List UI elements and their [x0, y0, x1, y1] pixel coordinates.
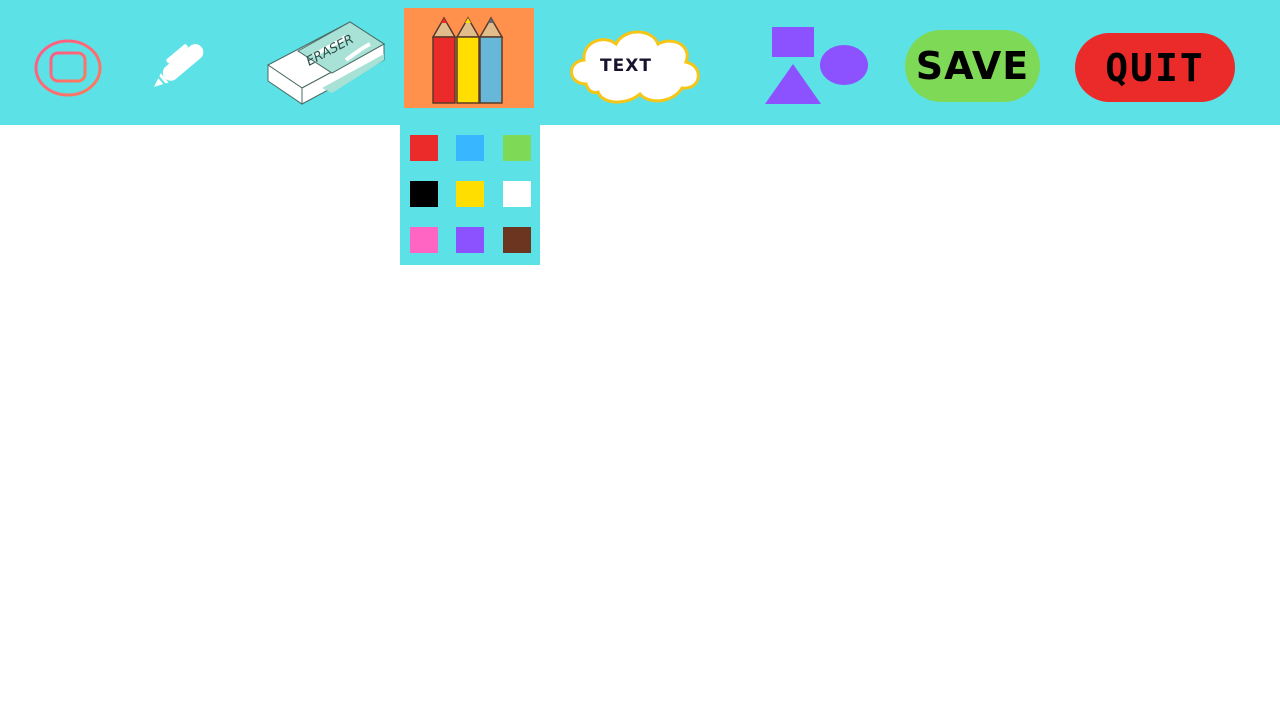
quit-button[interactable]: QUIT: [1075, 33, 1235, 102]
pen-tool-button[interactable]: [140, 32, 220, 98]
text-tool-button[interactable]: TEXT: [564, 24, 706, 108]
swatch-white[interactable]: [503, 181, 531, 207]
drawing-canvas[interactable]: [0, 125, 1280, 720]
eraser-icon: ERASER: [267, 21, 385, 105]
shapes-icon: [765, 27, 868, 104]
swatch-brown[interactable]: [503, 227, 531, 253]
swatch-blue[interactable]: [456, 135, 484, 161]
menu-button[interactable]: [30, 36, 106, 100]
save-button[interactable]: SAVE: [905, 30, 1040, 102]
color-pencils-button[interactable]: [404, 8, 534, 108]
swatch-purple[interactable]: [456, 227, 484, 253]
shapes-tool-button[interactable]: [762, 24, 872, 108]
colored-pencils-icon: [404, 8, 534, 108]
color-palette: [400, 125, 540, 265]
swatch-green[interactable]: [503, 135, 531, 161]
text-tool-label: TEXT: [600, 56, 652, 76]
eraser-tool-button[interactable]: ERASER: [262, 18, 390, 108]
text-cloud-icon: TEXT: [570, 30, 700, 104]
swatch-pink[interactable]: [410, 227, 438, 253]
toolbar: ERASER TEXT SAVE QUIT: [0, 0, 1280, 125]
swatch-black[interactable]: [410, 181, 438, 207]
swatch-red[interactable]: [410, 135, 438, 161]
pen-icon: [153, 44, 204, 88]
menu-message-icon: [34, 39, 102, 97]
swatch-yellow[interactable]: [456, 181, 484, 207]
